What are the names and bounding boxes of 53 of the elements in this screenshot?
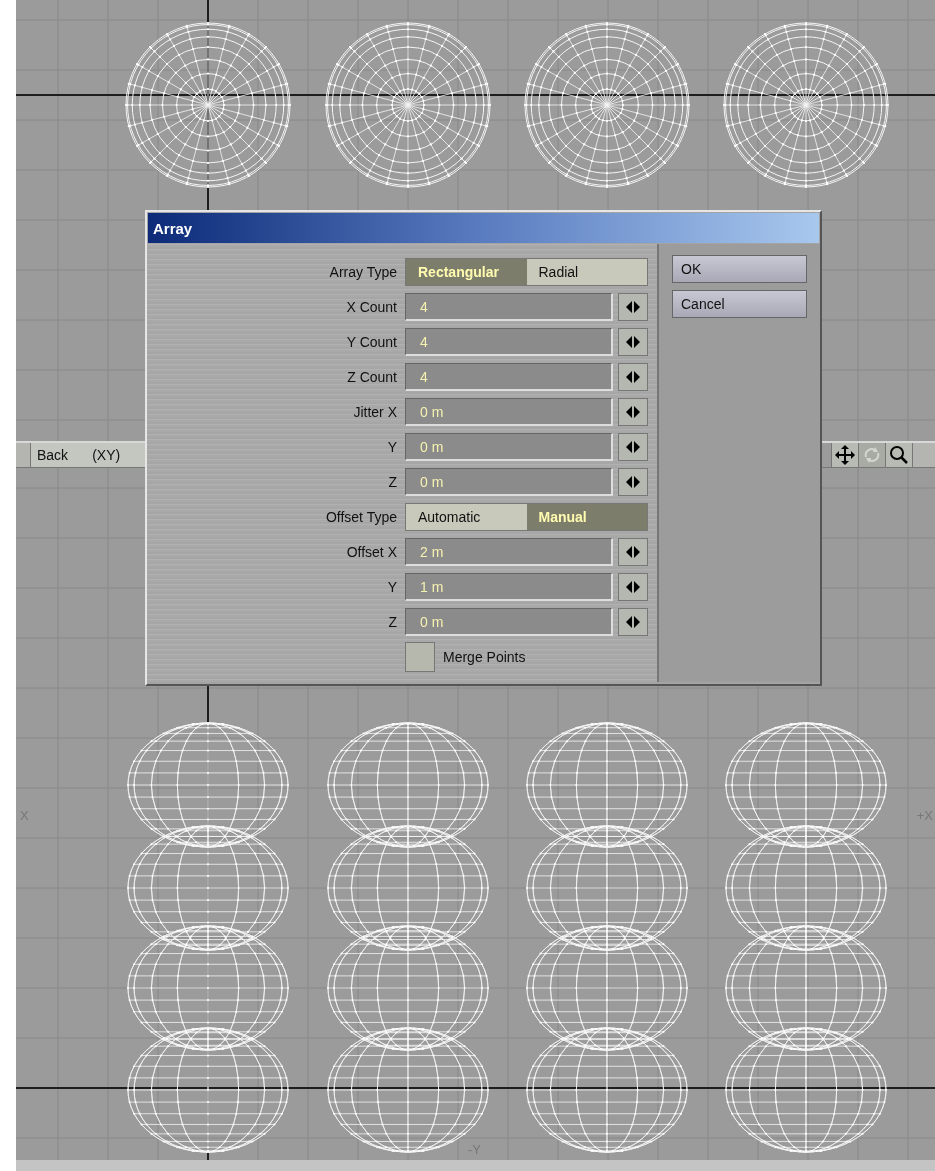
magnifier-icon xyxy=(889,445,909,465)
field-label: Offset X xyxy=(345,544,397,560)
checkbox-label: Merge Points xyxy=(443,649,526,665)
number-field[interactable]: 1 m xyxy=(405,573,613,601)
number-field[interactable]: 4 xyxy=(405,328,613,356)
field-label: Z Count xyxy=(346,369,397,385)
number-field[interactable]: 0 m xyxy=(405,433,613,461)
spinner-button[interactable] xyxy=(618,608,648,636)
field-label: Y xyxy=(386,579,397,595)
spinner-button[interactable] xyxy=(618,328,648,356)
dialog-title-bar: Array xyxy=(148,213,819,243)
spinner-button[interactable] xyxy=(618,398,648,426)
left-right-arrows-icon xyxy=(626,546,640,558)
choice-option[interactable]: Radial xyxy=(526,259,647,285)
number-field[interactable]: 0 m xyxy=(405,608,613,636)
dialog-button[interactable]: OK xyxy=(672,255,807,283)
left-right-arrows-icon xyxy=(626,476,640,488)
move-tool-button[interactable] xyxy=(831,443,858,467)
left-right-arrows-icon xyxy=(626,441,640,453)
number-field[interactable]: 2 m xyxy=(405,538,613,566)
field-label: X Count xyxy=(345,299,397,315)
rotate-arrows-icon xyxy=(862,445,882,465)
left-right-arrows-icon xyxy=(626,301,640,313)
number-field[interactable]: 0 m xyxy=(405,398,613,426)
number-field[interactable]: 4 xyxy=(405,293,613,321)
spinner-button[interactable] xyxy=(618,433,648,461)
number-field[interactable]: 4 xyxy=(405,363,613,391)
field-label: Array Type xyxy=(328,264,397,280)
field-label: Z xyxy=(387,614,397,630)
four-way-arrow-icon xyxy=(835,445,855,465)
choice-option[interactable]: Rectangular xyxy=(406,259,527,285)
checkbox[interactable] xyxy=(405,642,435,672)
spinner-button[interactable] xyxy=(618,293,648,321)
number-field[interactable]: 0 m xyxy=(405,468,613,496)
field-label: Y Count xyxy=(345,334,397,350)
left-right-arrows-icon xyxy=(626,371,640,383)
field-label: Jitter X xyxy=(352,404,397,420)
field-label: Offset Type xyxy=(324,509,397,525)
choice-option[interactable]: Automatic xyxy=(406,504,527,530)
spinner-button[interactable] xyxy=(618,573,648,601)
view-selector[interactable]: Back (XY) xyxy=(31,443,146,467)
choice-option[interactable]: Manual xyxy=(526,504,647,530)
spinner-button[interactable] xyxy=(618,363,648,391)
left-right-arrows-icon xyxy=(626,616,640,628)
spinner-button[interactable] xyxy=(618,468,648,496)
left-right-arrows-icon xyxy=(626,581,640,593)
left-right-arrows-icon xyxy=(626,336,640,348)
zoom-tool-button[interactable] xyxy=(885,443,912,467)
left-right-arrows-icon xyxy=(626,406,640,418)
field-label: Z xyxy=(387,474,397,490)
field-label: Y xyxy=(386,439,397,455)
spinner-button[interactable] xyxy=(618,538,648,566)
dialog-button[interactable]: Cancel xyxy=(672,290,807,318)
